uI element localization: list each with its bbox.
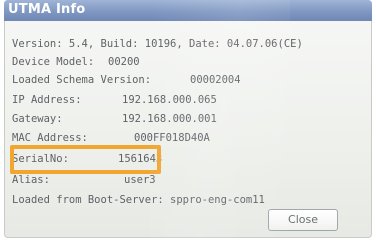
alias-label: Alias: — [12, 174, 50, 186]
device-model-row: Device Model: 00200 — [12, 54, 140, 70]
schema-version-value: 00002004 — [190, 74, 241, 86]
ip-address-value: 192.168.000.065 — [122, 94, 217, 106]
info-panel: Version: 5.4, Build: 10196, Date: 04.07.… — [12, 26, 370, 236]
dialog-title: UTMA Info — [8, 2, 86, 17]
utma-info-dialog: UTMA Info Version: 5.4, Build: 10196, Da… — [4, 0, 372, 238]
schema-version-row: Loaded Schema Version: 00002004 — [12, 72, 241, 88]
version-line: Version: 5.4, Build: 10196, Date: 04.07.… — [12, 38, 303, 50]
device-model-label: Device Model: — [12, 56, 95, 68]
close-button[interactable]: Close — [268, 209, 338, 231]
gateway-value: 192.168.000.001 — [122, 113, 217, 125]
schema-version-label: Loaded Schema Version: — [12, 74, 152, 86]
mac-address-row: MAC Address: 000FF018D40A — [12, 130, 210, 146]
boot-server-line: Loaded from Boot-Server: sppro-eng-com11 — [12, 194, 265, 206]
dialog-titlebar: UTMA Info — [4, 0, 372, 21]
gateway-label: Gateway: — [12, 113, 63, 125]
serial-number-highlight — [10, 145, 161, 174]
mac-address-value: 000FF018D40A — [134, 132, 210, 144]
ip-address-label: IP Address: — [12, 94, 82, 106]
alias-row: Alias: user3 — [12, 172, 156, 188]
gateway-row: Gateway: 192.168.000.001 — [12, 111, 217, 127]
mac-address-label: MAC Address: — [12, 132, 88, 144]
screen: UTMA Info Version: 5.4, Build: 10196, Da… — [0, 0, 376, 242]
device-model-value: 00200 — [108, 56, 140, 68]
alias-value: user3 — [124, 174, 156, 186]
ip-address-row: IP Address: 192.168.000.065 — [12, 92, 217, 108]
